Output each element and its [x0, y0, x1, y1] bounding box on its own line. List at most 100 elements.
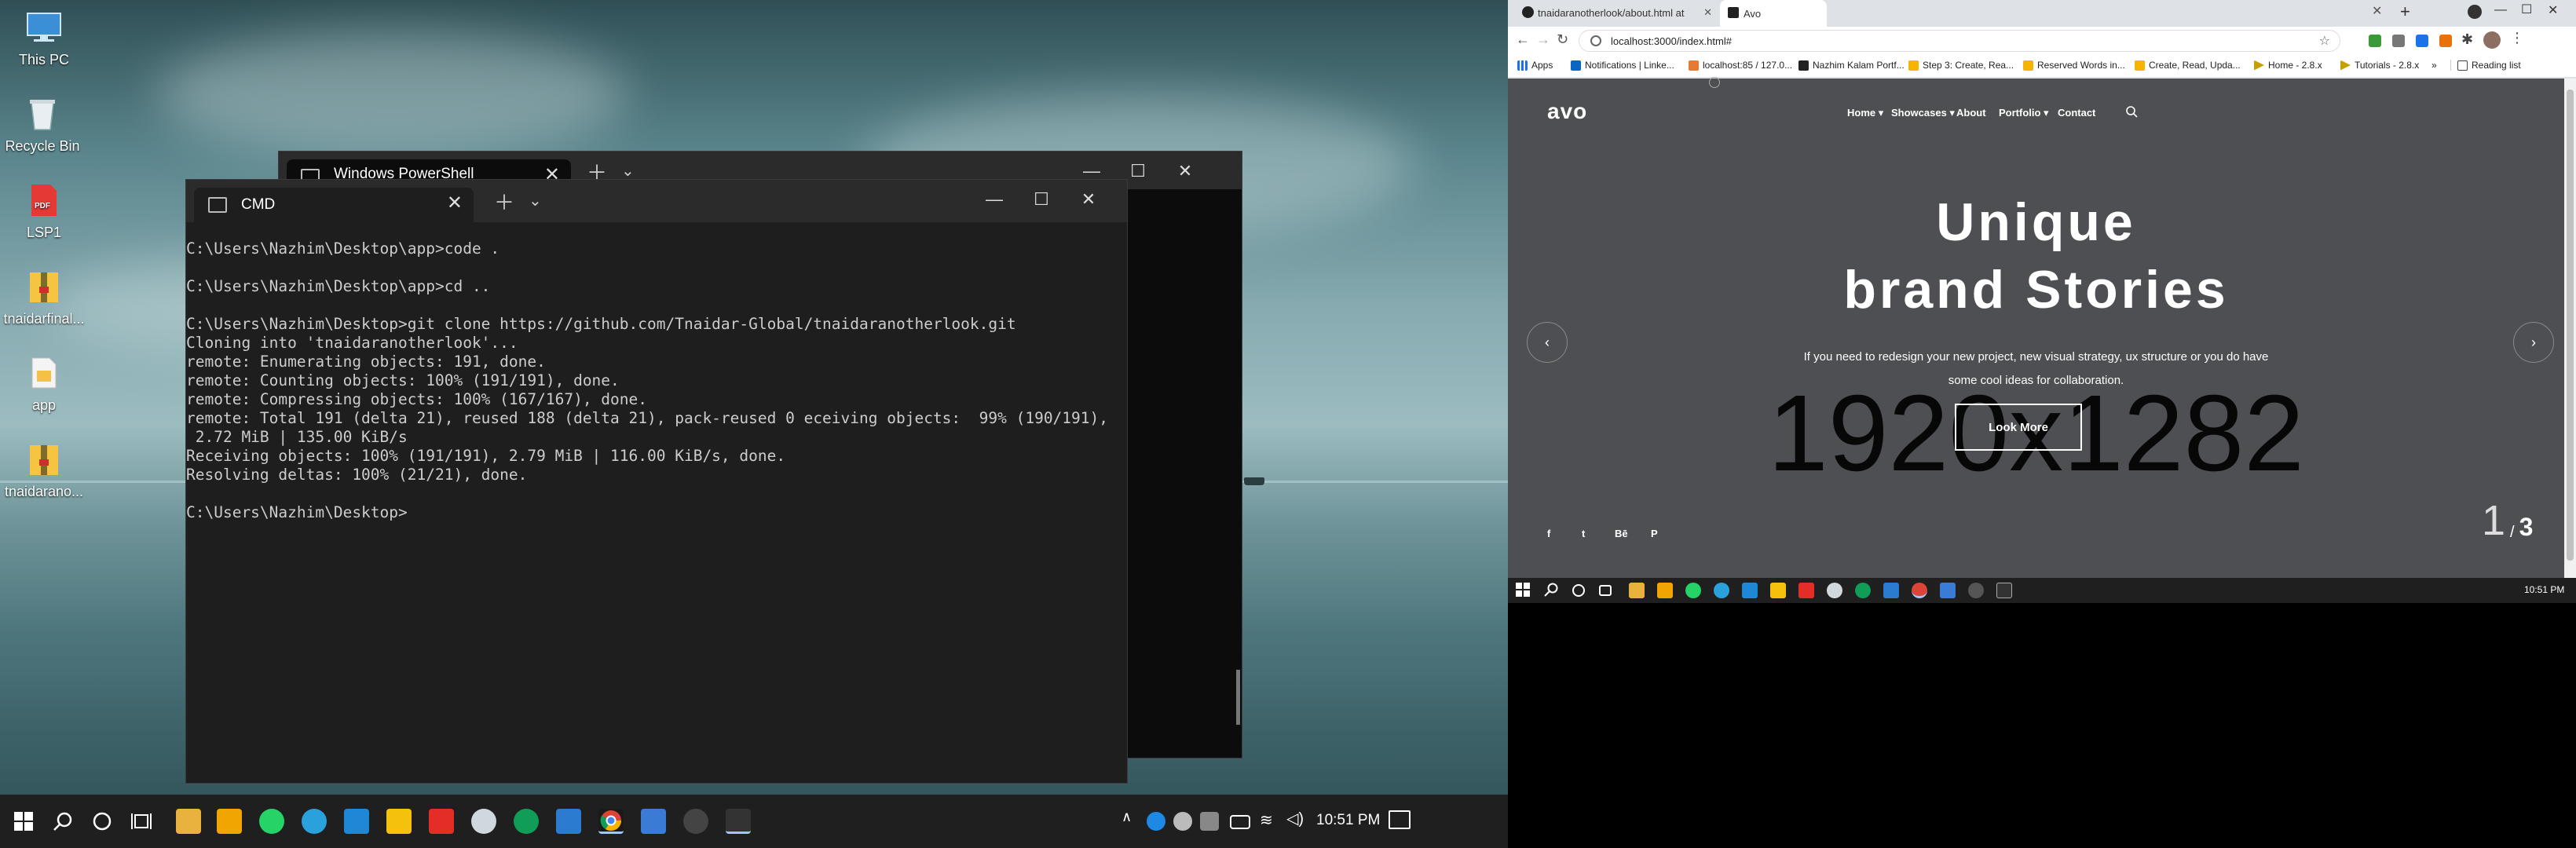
minimize-icon[interactable]: —: [982, 189, 1006, 210]
mail-icon[interactable]: [641, 809, 666, 834]
avatar[interactable]: [2483, 31, 2501, 49]
chrome-icon[interactable]: [598, 809, 624, 834]
teams-icon[interactable]: [1883, 583, 1899, 598]
address-bar[interactable]: localhost:3000/index.html# ☆: [1579, 30, 2340, 52]
close-icon[interactable]: ✕: [447, 194, 463, 213]
windows-start-icon[interactable]: [1516, 583, 1531, 598]
vscode-icon[interactable]: [1742, 583, 1758, 598]
telegram-icon[interactable]: [1714, 583, 1729, 598]
edge-icon[interactable]: [1855, 583, 1871, 598]
terminal-app-icon[interactable]: [726, 809, 751, 834]
store-icon[interactable]: [217, 809, 242, 834]
desktop-icon-lsp1[interactable]: PDF LSP1: [0, 179, 91, 241]
telegram-icon[interactable]: [302, 809, 327, 834]
close-icon[interactable]: ✕: [2372, 3, 2382, 19]
sticky-notes-icon[interactable]: [1770, 583, 1786, 598]
vscode-icon[interactable]: [344, 809, 369, 834]
window-close-icon[interactable]: ✕: [1173, 161, 1197, 181]
clock[interactable]: 10:51 PM: [1316, 812, 1380, 829]
page-scrollbar[interactable]: [2564, 79, 2576, 578]
puzzle-icon[interactable]: ✱: [2461, 31, 2473, 48]
window-close-icon[interactable]: ✕: [1077, 189, 1100, 210]
prev-slide-button[interactable]: ‹: [1527, 322, 1568, 363]
new-tab-icon[interactable]: +: [2400, 2, 2410, 22]
nav-about[interactable]: About: [1956, 107, 1986, 119]
store-icon[interactable]: [1657, 583, 1673, 598]
bookmark-apps[interactable]: Apps: [1517, 60, 1553, 71]
cmd-window[interactable]: CMD ✕ ＋ ⌄ — ☐ ✕ C:\Users\Nazhim\Desktop\…: [185, 179, 1128, 784]
bookmark-item[interactable]: Tutorials - 2.8.x: [2340, 60, 2419, 71]
new-tab-icon[interactable]: ＋: [494, 191, 514, 214]
tray-app-icon[interactable]: [1147, 812, 1165, 831]
chevron-up-icon[interactable]: ∧: [1122, 809, 1132, 825]
notification-icon[interactable]: [1389, 810, 1411, 829]
bookmark-item[interactable]: Home - 2.8.x: [2254, 60, 2322, 71]
desktop-icon-app[interactable]: app: [0, 352, 91, 414]
sticky-notes-icon[interactable]: [386, 809, 412, 834]
bookmark-item[interactable]: Notifications | Linke...: [1571, 60, 1674, 71]
forward-icon[interactable]: →: [1536, 31, 1550, 48]
bookmark-overflow[interactable]: »: [2431, 60, 2437, 71]
clock[interactable]: 10:51 PM: [2524, 584, 2564, 595]
terminal-output[interactable]: C:\Users\Nazhim\Desktop\app>code . C:\Us…: [186, 225, 1127, 783]
browser-window[interactable]: tnaidaranotherlook/about.html at ✕ Avo ✕…: [1508, 0, 2576, 578]
twitter-icon[interactable]: t: [1582, 528, 1585, 539]
obs-icon[interactable]: [683, 809, 708, 834]
scrollbar[interactable]: [1236, 670, 1240, 725]
extension-icon[interactable]: [2439, 35, 2452, 47]
obs-icon[interactable]: [1968, 583, 1984, 598]
bookmark-item[interactable]: localhost:85 / 127.0...: [1689, 60, 1792, 71]
maximize-icon[interactable]: ☐: [1126, 161, 1150, 181]
maximize-icon[interactable]: ☐: [2521, 2, 2532, 17]
youtube-icon[interactable]: [1798, 583, 1814, 598]
nav-showcases[interactable]: Showcases ▾: [1891, 107, 1955, 119]
chevron-down-icon[interactable]: ⌄: [529, 189, 542, 213]
desktop-icon-tnaidarfinal[interactable]: tnaidarfinal...: [0, 265, 91, 327]
window-close-icon[interactable]: ✕: [2548, 2, 2558, 18]
browser-tab-github[interactable]: tnaidaranotherlook/about.html at ✕: [1514, 0, 1720, 25]
file-explorer-icon[interactable]: [1629, 583, 1645, 598]
bookmark-item[interactable]: Create, Read, Upda...: [2135, 60, 2241, 71]
file-explorer-icon[interactable]: [176, 809, 201, 834]
app-icon[interactable]: [1827, 583, 1842, 598]
bookmark-item[interactable]: Reserved Words in...: [2023, 60, 2125, 71]
tray-app-icon[interactable]: [1200, 812, 1219, 831]
wifi-icon[interactable]: ≋: [1260, 810, 1273, 830]
menu-kebab-icon[interactable]: ⋮: [2510, 30, 2524, 46]
minimize-icon[interactable]: —: [2494, 3, 2507, 17]
facebook-icon[interactable]: f: [1547, 528, 1550, 539]
info-icon[interactable]: [1590, 35, 1601, 46]
reload-icon[interactable]: ↻: [1557, 31, 1568, 48]
whatsapp-icon[interactable]: [259, 809, 284, 834]
bookmark-star-icon[interactable]: ☆: [2319, 33, 2330, 49]
browser-tab-avo[interactable]: Avo: [1720, 0, 1827, 27]
site-logo[interactable]: avo: [1547, 99, 1587, 124]
desktop-icon-this-pc[interactable]: This PC: [0, 6, 91, 68]
cloud-icon[interactable]: [1173, 812, 1192, 831]
tab-cmd[interactable]: CMD ✕: [194, 188, 474, 222]
nav-home[interactable]: Home ▾: [1847, 107, 1883, 119]
youtube-icon[interactable]: [429, 809, 454, 834]
look-more-button[interactable]: Look More: [1955, 404, 2082, 451]
extension-icon[interactable]: [2369, 35, 2381, 47]
whatsapp-icon[interactable]: [1685, 583, 1701, 598]
extension-icon[interactable]: [2392, 35, 2405, 47]
next-slide-button[interactable]: ›: [2513, 322, 2554, 363]
pinterest-icon[interactable]: P: [1651, 528, 1658, 539]
volume-icon[interactable]: ◁): [1286, 809, 1304, 828]
desktop-icon-recycle-bin[interactable]: Recycle Bin: [0, 93, 90, 155]
close-icon[interactable]: ✕: [1703, 6, 1712, 19]
cortana-icon[interactable]: [90, 809, 115, 834]
desktop-icon-tnaidarano[interactable]: tnaidarano...: [0, 438, 91, 500]
search-icon[interactable]: [2125, 105, 2138, 118]
reading-list[interactable]: Reading list: [2450, 60, 2521, 71]
task-view-icon[interactable]: [1599, 585, 1612, 596]
bookmark-item[interactable]: Step 3: Create, Rea...: [1908, 60, 2014, 71]
nav-contact[interactable]: Contact: [2058, 107, 2095, 119]
teams-icon[interactable]: [556, 809, 581, 834]
cortana-icon[interactable]: [1572, 584, 1585, 597]
chrome-icon[interactable]: [1912, 583, 1927, 598]
maximize-icon[interactable]: ☐: [1030, 189, 1053, 210]
task-view-icon[interactable]: [129, 809, 154, 834]
app-icon[interactable]: [471, 809, 496, 834]
